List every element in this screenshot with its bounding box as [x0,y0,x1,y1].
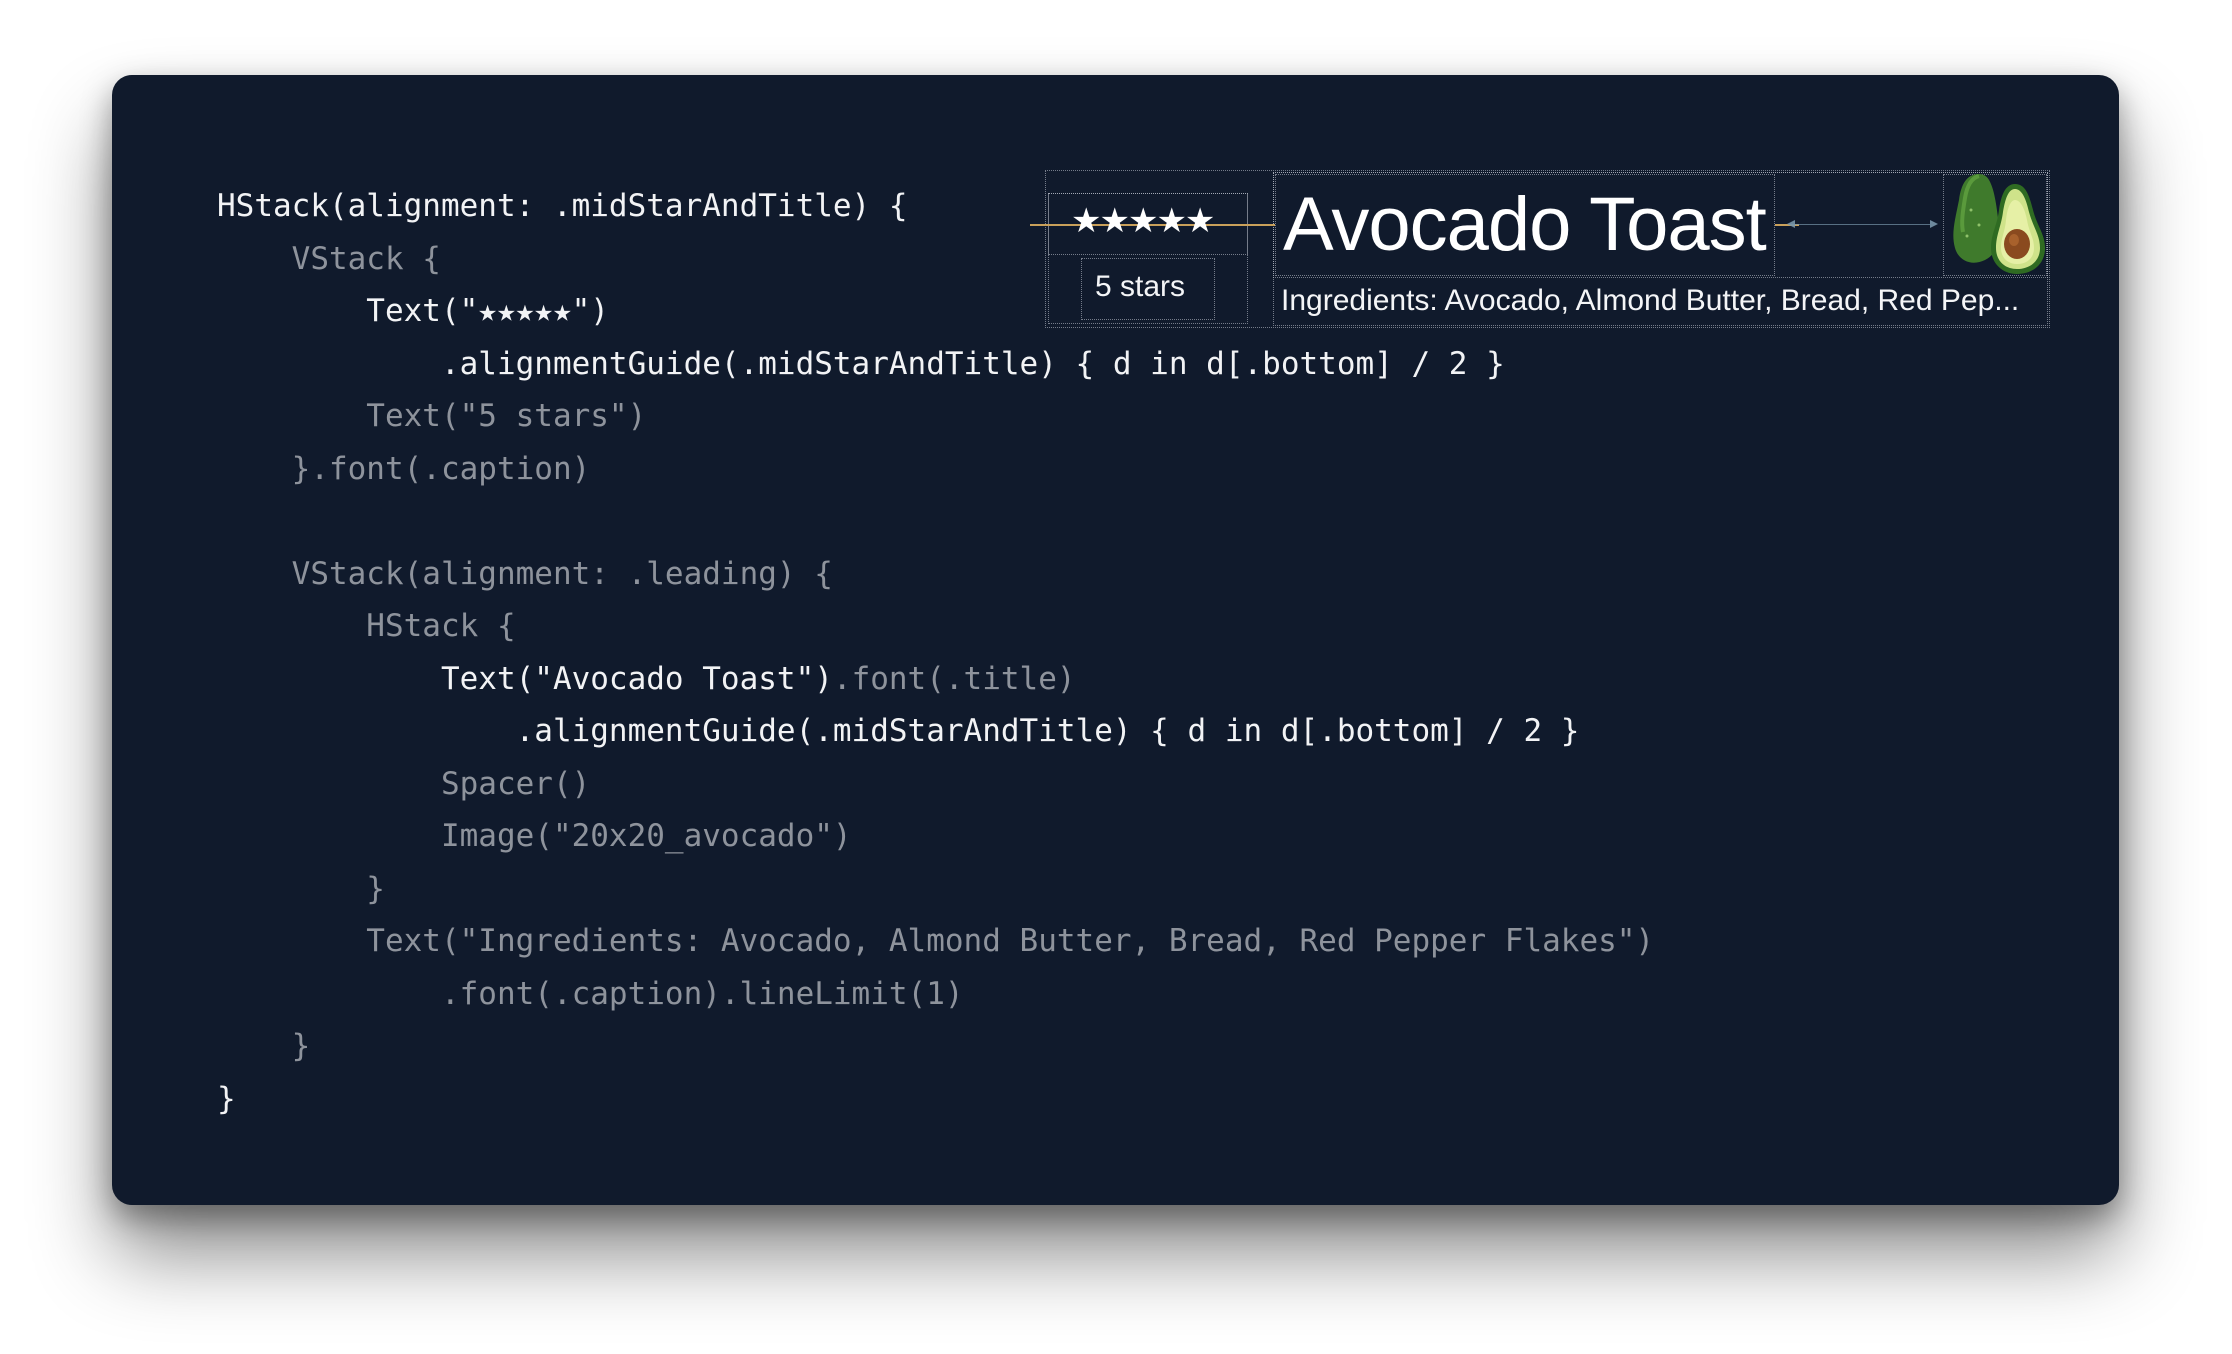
spacer-arrow-right-icon [1930,220,1938,228]
code-line: Image("20x20_avocado") [217,810,1654,863]
code-line: }.font(.caption) [217,443,1654,496]
code-token: Image("20x20_avocado") [217,818,852,854]
code-token: VStack { [217,240,441,277]
code-token: } [217,870,385,907]
code-token: VStack(alignment: .leading) { [217,555,833,592]
code-token: Spacer() [217,765,591,802]
code-line: } [217,1020,1654,1073]
code-line: Text("Ingredients: Avocado, Almond Butte… [217,915,1654,968]
code-token: .alignmentGuide(.midStarAndTitle) { d in… [217,713,1580,749]
code-line: .alignmentGuide(.midStarAndTitle) { d in… [217,705,1654,758]
code-token: }.font(.caption) [217,450,591,487]
slide-background: HStack(alignment: .midStarAndTitle) { VS… [112,75,2119,1205]
code-token: HStack { [217,608,516,644]
preview-panel: ★★★★★ 5 stars Avocado Toast Ingredients:… [1030,170,2050,328]
code-line: HStack { [217,600,1654,653]
code-line: } [217,1073,1654,1126]
code-line: Spacer() [217,758,1654,811]
code-token: .font(.caption).lineLimit(1) [217,975,964,1012]
code-line: VStack(alignment: .leading) { [217,548,1654,601]
spacer-indicator [1790,224,1930,225]
code-token: } [217,1080,236,1117]
avocado-icon [1949,170,2049,276]
stars-caption: 5 stars [1095,270,1186,303]
code-token: HStack(alignment: .midStarAndTitle) { [217,188,908,224]
code-line: Text("Avocado Toast").font(.title) [217,653,1654,706]
code-token: .alignmentGuide(.midStarAndTitle) { d in… [217,345,1505,382]
code-line: .font(.caption).lineLimit(1) [217,968,1654,1021]
code-token: Text("Ingredients: Avocado, Almond Butte… [217,923,1655,959]
ingredients-caption: Ingredients: Avocado, Almond Butter, Bre… [1281,284,2020,317]
code-line: .alignmentGuide(.midStarAndTitle) { d in… [217,338,1654,391]
code-token: } [217,1028,311,1064]
star-rating-text: ★★★★★ [1071,201,1215,241]
code-line: Text("5 stars") [217,390,1654,443]
code-line: } [217,863,1654,916]
recipe-title: Avocado Toast [1283,182,1767,267]
spacer-arrow-left-icon [1787,220,1795,228]
code-token: Text("Avocado Toast") [217,660,833,697]
code-token: Text("★★★★★") [217,293,609,329]
code-token: Text("5 stars") [217,398,647,434]
code-token: .font(.title) [832,660,1076,697]
